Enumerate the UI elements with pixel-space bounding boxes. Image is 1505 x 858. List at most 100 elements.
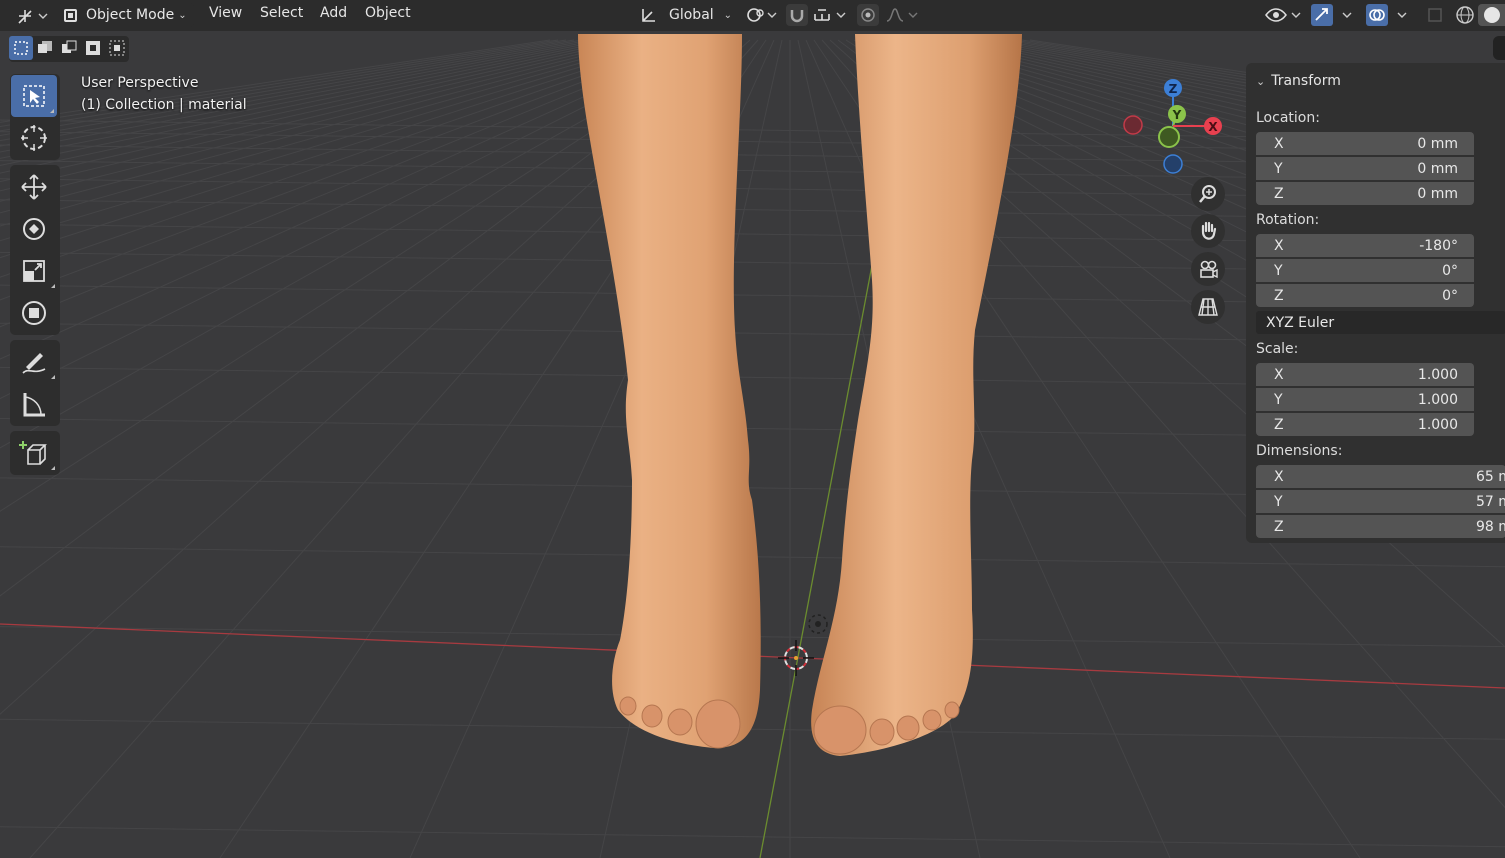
- proportional-edit-toggle[interactable]: [857, 4, 879, 26]
- dimension-y-field[interactable]: Y57 m: [1256, 490, 1505, 513]
- tool-group-annotate: [10, 340, 60, 426]
- ruler-icon: [23, 393, 45, 417]
- overlays-icon: [1366, 4, 1407, 26]
- magnifier-icon: [1199, 185, 1216, 203]
- neg-x-axis-dot[interactable]: [1123, 115, 1143, 135]
- tool-group-transform: [10, 165, 60, 335]
- camera-icon: [1200, 260, 1218, 279]
- visibility-button[interactable]: [1264, 4, 1304, 26]
- select-intersect-icon: [109, 40, 125, 56]
- proportional-edit-icon: [861, 8, 875, 22]
- scale-y-field[interactable]: Y 1.000: [1256, 388, 1474, 411]
- tool-shelf: [10, 74, 60, 480]
- scale-z-field[interactable]: Z 1.000: [1256, 413, 1474, 436]
- falloff-button[interactable]: [884, 4, 920, 26]
- viewport-header: Object Mode ⌄ View Select Add Object Glo…: [0, 0, 1505, 31]
- move-arrows-icon: [21, 174, 47, 200]
- dimension-z-field[interactable]: Z98 m: [1256, 515, 1505, 538]
- transform-tool[interactable]: [10, 292, 58, 334]
- zoom-button[interactable]: [1191, 177, 1225, 211]
- orientation-label: Global: [669, 7, 714, 23]
- neg-z-axis-dot[interactable]: [1163, 154, 1183, 174]
- editor-type-button[interactable]: [11, 4, 51, 28]
- select-box-tool[interactable]: [11, 75, 57, 117]
- tool-group-add: [10, 431, 60, 475]
- svg-text:Y: Y: [1172, 108, 1182, 122]
- pan-button[interactable]: [1191, 214, 1225, 248]
- eye-icon: [1265, 8, 1301, 22]
- location-y-field[interactable]: Y0 mm: [1256, 157, 1474, 180]
- pivot-icon: [747, 8, 777, 22]
- rotation-label: Rotation:: [1256, 212, 1320, 228]
- tool-group-select: [10, 74, 60, 160]
- annotate-tool[interactable]: [10, 341, 58, 383]
- falloff-curve-icon: [886, 8, 918, 22]
- xray-icon: [1428, 8, 1442, 22]
- dimension-x-field[interactable]: X65 m: [1256, 465, 1505, 488]
- chevron-down-icon: ⌄: [178, 9, 187, 21]
- rotation-mode-dropdown[interactable]: XYZ Euler: [1256, 311, 1505, 334]
- sidebar-collapse-tab[interactable]: [1493, 36, 1505, 60]
- snap-toggle[interactable]: [786, 4, 808, 26]
- menu-add[interactable]: Add: [320, 5, 347, 21]
- x-axis-button[interactable]: X: [1204, 117, 1222, 135]
- camera-view-button[interactable]: [1191, 252, 1225, 286]
- scale-x-field[interactable]: X 1.000: [1256, 363, 1474, 386]
- axes-icon: [18, 10, 48, 24]
- snap-increment-icon: [814, 9, 846, 21]
- rotation-z-field[interactable]: Z 0°: [1256, 284, 1474, 307]
- transform-fields: Location: X0 mm Y0 mm Z0 mm Rotation: X-…: [1246, 63, 1505, 543]
- select-invert-icon: [86, 41, 100, 55]
- y-axis-button[interactable]: Y: [1168, 105, 1186, 123]
- select-box-icon: [23, 85, 45, 107]
- scale-tool[interactable]: [10, 250, 58, 292]
- object-mode-dropdown[interactable]: Object Mode ⌄: [58, 3, 194, 27]
- rotate-icon: [23, 218, 45, 240]
- wireframe-shading-button[interactable]: [1454, 4, 1476, 26]
- xray-toggle[interactable]: [1424, 4, 1446, 26]
- solid-shading-button[interactable]: [1478, 4, 1505, 26]
- projection-toggle-button[interactable]: [1191, 290, 1225, 324]
- transform-orientation-dropdown[interactable]: Global ⌄: [637, 3, 733, 27]
- location-x-field[interactable]: X0 mm: [1256, 132, 1474, 155]
- object-mode-label: Object Mode: [86, 7, 175, 23]
- menu-view[interactable]: View: [209, 5, 242, 21]
- orientation-axes-icon: [642, 9, 655, 22]
- collection-label: (1) Collection | material: [81, 97, 247, 113]
- magnet-icon: [790, 10, 804, 23]
- dimensions-label: Dimensions:: [1256, 443, 1343, 459]
- hand-icon: [1201, 221, 1217, 240]
- select-subtract-button[interactable]: [57, 36, 81, 60]
- svg-text:X: X: [1208, 120, 1218, 134]
- gizmo-icon: [1311, 4, 1352, 26]
- snap-target-button[interactable]: [812, 4, 848, 26]
- transform-icon: [22, 301, 46, 325]
- move-tool[interactable]: [10, 166, 58, 208]
- select-subtract-icon: [62, 40, 77, 53]
- menu-select[interactable]: Select: [260, 5, 303, 21]
- overlays-toggle[interactable]: [1366, 4, 1414, 26]
- rotation-x-field[interactable]: X -180°: [1256, 234, 1474, 257]
- measure-tool[interactable]: [10, 383, 58, 425]
- select-extend-button[interactable]: [33, 36, 57, 60]
- pivot-point-button[interactable]: [744, 4, 778, 26]
- perspective-label: User Perspective: [81, 75, 199, 91]
- cursor-tool[interactable]: [10, 117, 58, 159]
- object-mode-icon: [64, 8, 77, 22]
- select-new-button[interactable]: [9, 36, 33, 60]
- add-cube-icon: [19, 441, 47, 465]
- chevron-down-icon: ⌄: [723, 9, 733, 21]
- menu-object[interactable]: Object: [365, 5, 411, 21]
- select-invert-button[interactable]: [81, 36, 105, 60]
- rotation-y-field[interactable]: Y 0°: [1256, 259, 1474, 282]
- add-cube-tool[interactable]: [10, 432, 58, 474]
- rotate-tool[interactable]: [10, 208, 58, 250]
- neg-y-axis-dot[interactable]: [1158, 126, 1180, 148]
- select-new-icon: [14, 41, 28, 55]
- gizmo-toggle[interactable]: [1311, 4, 1359, 26]
- select-intersect-button[interactable]: [105, 36, 129, 60]
- select-extend-icon: [38, 41, 52, 53]
- z-axis-button[interactable]: Z: [1164, 79, 1182, 97]
- location-z-field[interactable]: Z0 mm: [1256, 182, 1474, 205]
- navigation-gizmo[interactable]: Z Y X: [1115, 72, 1235, 182]
